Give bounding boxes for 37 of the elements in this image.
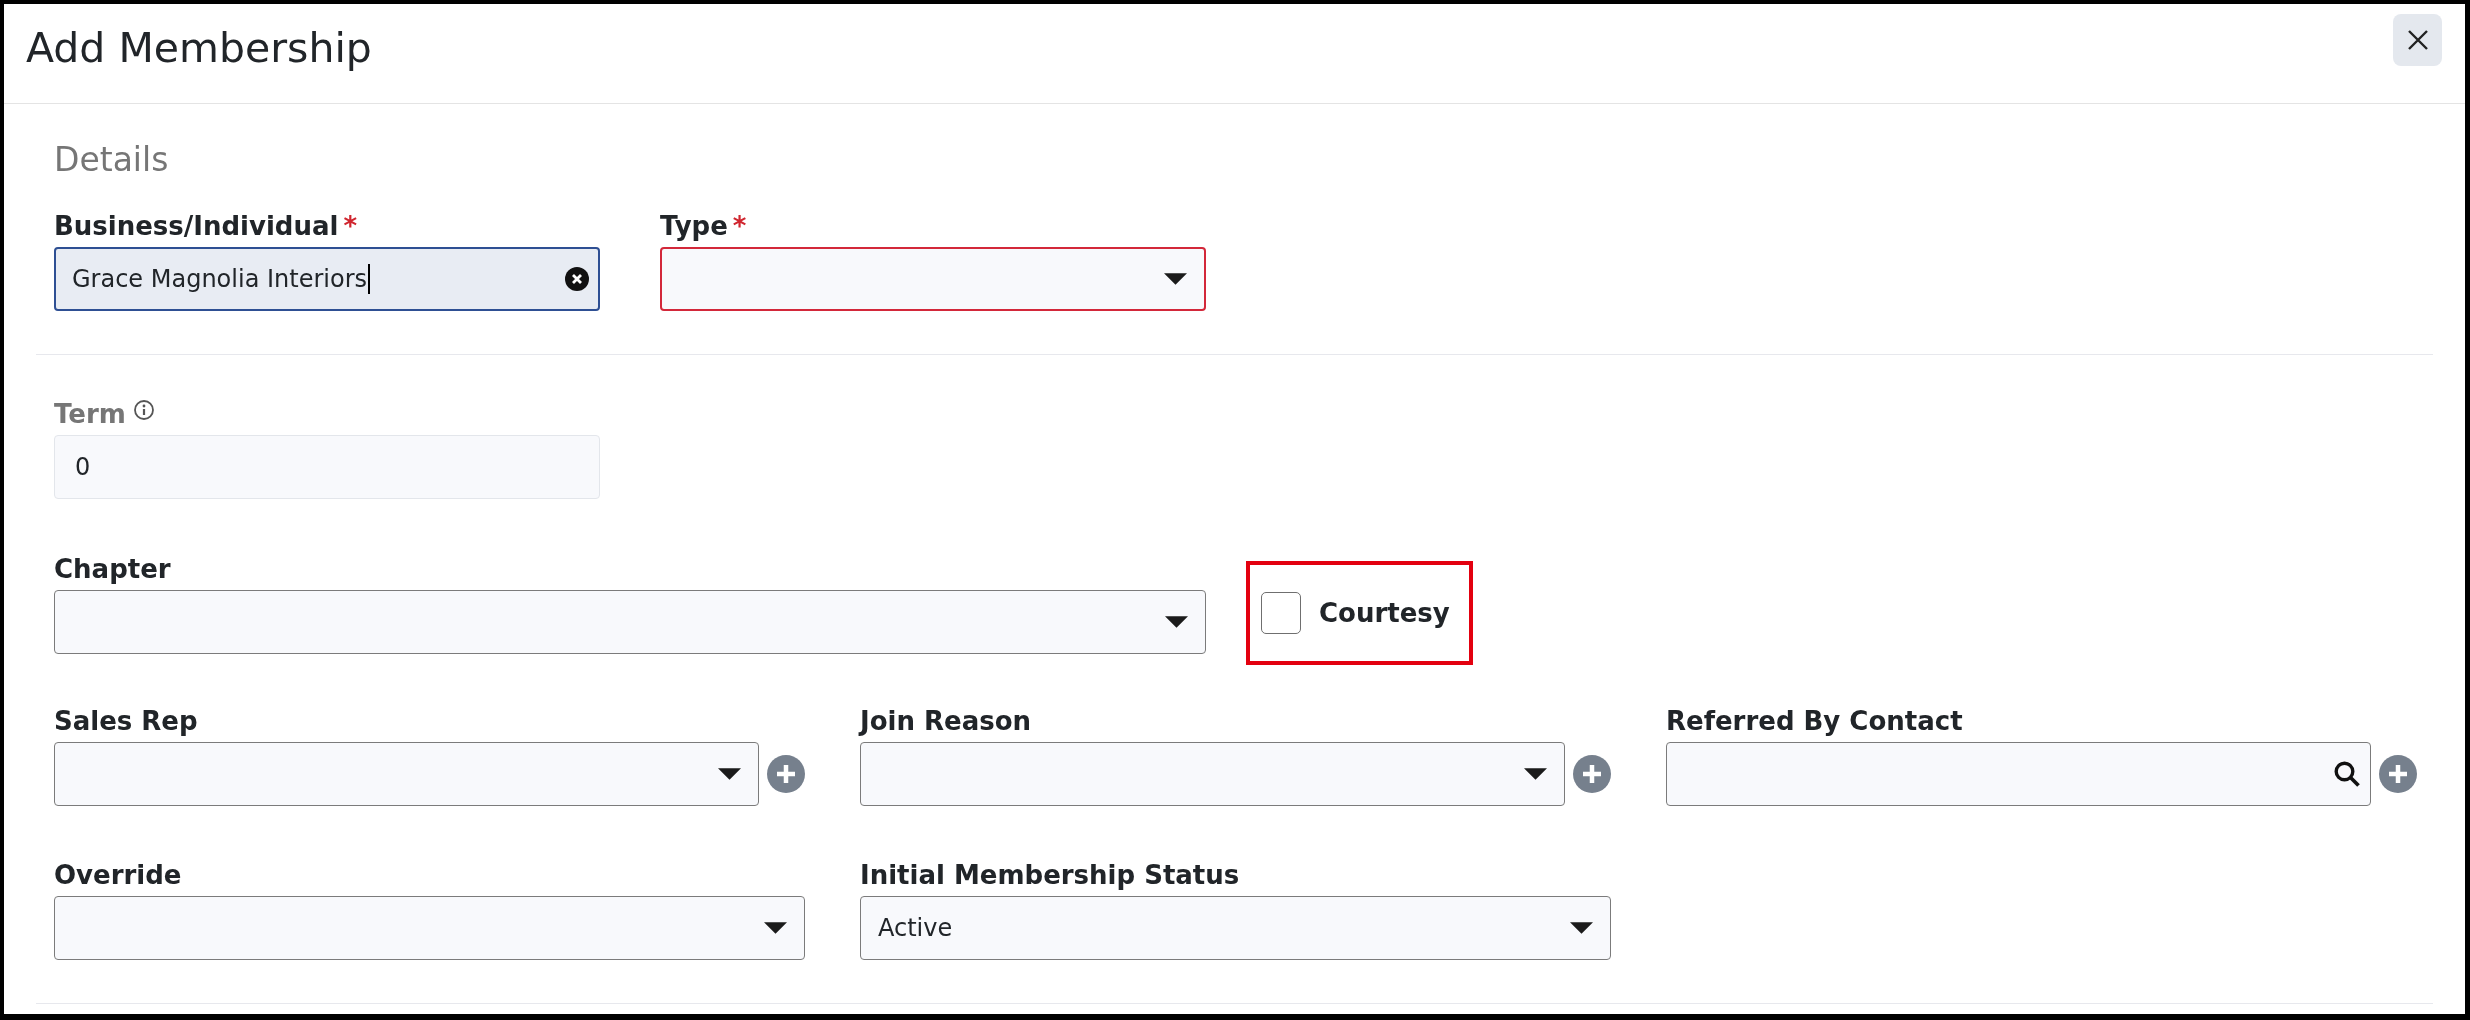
add-icon[interactable] bbox=[767, 755, 805, 793]
caret-icon bbox=[1165, 616, 1188, 628]
caret-icon bbox=[718, 768, 741, 780]
text-cursor-icon bbox=[368, 264, 371, 294]
field-label: Sales Rep bbox=[54, 705, 198, 737]
required-asterisk: * bbox=[732, 210, 747, 242]
dropdown-field[interactable] bbox=[54, 590, 1206, 654]
dropdown-field[interactable] bbox=[860, 742, 1565, 806]
text-field[interactable]: Grace Magnolia Interiors bbox=[54, 247, 600, 311]
field-label: Override bbox=[54, 859, 182, 891]
section-heading: Details bbox=[54, 140, 169, 180]
checkbox[interactable] bbox=[1261, 592, 1301, 634]
caret-icon bbox=[1570, 922, 1593, 934]
add-icon[interactable] bbox=[1573, 755, 1611, 793]
dropdown-field[interactable] bbox=[660, 247, 1206, 311]
lookup-field[interactable] bbox=[1666, 742, 2371, 806]
dialog-title: Add Membership bbox=[26, 23, 372, 73]
caret-icon bbox=[1524, 768, 1547, 780]
dropdown-field[interactable]: Active bbox=[860, 896, 1611, 960]
field-label: Term bbox=[54, 398, 126, 430]
required-asterisk: * bbox=[343, 210, 358, 242]
close-button[interactable] bbox=[2393, 14, 2442, 66]
search-icon[interactable] bbox=[2334, 761, 2360, 787]
add-icon[interactable] bbox=[2379, 755, 2417, 793]
field-label: Chapter bbox=[54, 553, 171, 585]
caret-icon bbox=[764, 922, 787, 934]
field-label: Join Reason bbox=[860, 705, 1032, 737]
caret-icon bbox=[1164, 273, 1187, 285]
dropdown-field[interactable] bbox=[54, 896, 805, 960]
field-label: Type bbox=[660, 210, 728, 242]
dropdown-field[interactable] bbox=[54, 742, 759, 806]
clear-icon[interactable] bbox=[565, 267, 589, 291]
field-label: Initial Membership Status bbox=[860, 859, 1240, 891]
checkbox-label[interactable]: Courtesy bbox=[1319, 597, 1450, 629]
field-label: Business/Individual bbox=[54, 210, 339, 242]
close-icon bbox=[2407, 30, 2428, 50]
field-label: Referred By Contact bbox=[1666, 705, 1963, 737]
